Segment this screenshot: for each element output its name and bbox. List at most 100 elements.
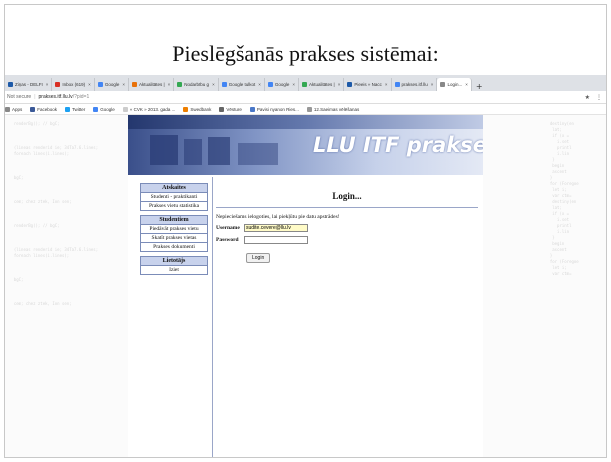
bookmark-label: Apps bbox=[12, 106, 23, 112]
browser-tab[interactable]: Pieeis » Nacc × bbox=[344, 78, 392, 91]
bookmark-favicon-icon bbox=[5, 106, 10, 112]
password-row: Password bbox=[216, 236, 478, 244]
username-input[interactable] bbox=[244, 224, 308, 232]
browser-tab[interactable]: Login... × bbox=[437, 78, 472, 91]
sidebar-link[interactable]: Iziet bbox=[140, 266, 208, 275]
browser-tab[interactable]: Inbox (619) × bbox=[52, 78, 95, 91]
banner-building-block bbox=[238, 143, 278, 165]
sidebar: Atskaites Studenti - praktikanti Prakses v… bbox=[140, 183, 208, 279]
title-divider bbox=[216, 207, 478, 208]
new-tab-button[interactable]: + bbox=[472, 82, 487, 91]
sidebar-section: Atskaites Studenti - praktikanti Prakses v… bbox=[140, 183, 208, 211]
tab-close-icon[interactable]: × bbox=[431, 82, 434, 87]
tab-label: Aktualitātes | bbox=[138, 82, 165, 87]
tab-label: Inbox (619) bbox=[62, 82, 86, 87]
tab-label: Pieeis » Nacc bbox=[354, 82, 382, 87]
bookmark-item[interactable]: Google bbox=[93, 106, 115, 112]
browser-tab[interactable]: Ziņas - DELFI × bbox=[5, 78, 53, 91]
tab-close-icon[interactable]: × bbox=[385, 82, 388, 87]
bookmark-label: Facebook bbox=[37, 106, 58, 112]
tab-close-icon[interactable]: × bbox=[212, 82, 215, 87]
star-icon[interactable]: ★ bbox=[585, 94, 590, 101]
browser-tab[interactable]: Google × bbox=[265, 78, 300, 91]
password-label: Password bbox=[216, 237, 239, 243]
sidebar-heading: Atskaites bbox=[140, 184, 208, 193]
tab-favicon-icon bbox=[97, 82, 103, 87]
tab-label: Google bbox=[274, 82, 290, 87]
tab-close-icon[interactable]: × bbox=[168, 82, 171, 87]
tab-close-icon[interactable]: × bbox=[292, 82, 295, 87]
tab-label: Nodarbību g bbox=[184, 82, 210, 87]
bookmark-item[interactable]: Pavisi nyanon Ries... bbox=[249, 106, 299, 112]
bookmark-label: Google bbox=[100, 106, 115, 112]
browser-screenshot: Ziņas - DELFI × Inbox (619) × Google × Aktuali… bbox=[5, 75, 606, 457]
tab-close-icon[interactable]: × bbox=[46, 82, 49, 87]
sidebar-link[interactable]: Prakses dokumenti bbox=[140, 243, 208, 252]
bookmark-item[interactable]: Apps bbox=[5, 106, 23, 112]
address-bar[interactable]: Not secure | prakses.itf.llu.lv /?pid=1 … bbox=[5, 91, 606, 104]
bookmark-label: « CVK » 2013. gada ... bbox=[129, 106, 176, 112]
tab-close-icon[interactable]: × bbox=[122, 82, 125, 87]
sidebar-heading: Studentiem bbox=[140, 216, 208, 225]
sidebar-link[interactable]: Prakses vietu statistika bbox=[140, 202, 208, 211]
bookmark-favicon-icon bbox=[122, 106, 128, 112]
bookmark-favicon-icon bbox=[93, 106, 99, 112]
bookmark-item[interactable]: Vēsture bbox=[219, 106, 242, 112]
tab-close-icon[interactable]: × bbox=[338, 82, 341, 87]
tab-favicon-icon bbox=[440, 82, 446, 87]
bookmark-item[interactable]: Facebook bbox=[30, 106, 58, 112]
site-banner: LLU ITF prakses bbox=[128, 115, 483, 175]
tab-label: Ziņas - DELFI bbox=[15, 82, 43, 87]
password-input[interactable] bbox=[244, 236, 308, 244]
tab-favicon-icon bbox=[131, 82, 137, 87]
menu-icon[interactable]: ⋮ bbox=[596, 94, 602, 101]
page-title: Login... bbox=[332, 191, 362, 201]
banner-building-block bbox=[184, 139, 202, 165]
bookmarks-bar: Apps Facebook Twitter Google « CVK » 2013. g… bbox=[5, 104, 606, 115]
bookmark-item[interactable]: Twitter bbox=[65, 106, 85, 112]
tab-close-icon[interactable]: × bbox=[465, 82, 468, 87]
bookmark-favicon-icon bbox=[249, 106, 255, 112]
tab-favicon-icon bbox=[394, 82, 400, 87]
sidebar-link[interactable]: Studenti - praktikanti bbox=[140, 193, 208, 202]
tab-label: Google bbox=[104, 82, 120, 87]
login-button[interactable]: Login bbox=[246, 253, 271, 263]
slide: Pieslēgšanās prakses sistēmai: Ziņas - D… bbox=[4, 4, 607, 458]
url-host[interactable]: prakses.itf.llu.lv bbox=[39, 94, 73, 100]
tab-strip: Ziņas - DELFI × Inbox (619) × Google × Aktuali… bbox=[5, 75, 606, 91]
tab-favicon-icon bbox=[221, 82, 227, 87]
browser-tab[interactable]: Google × bbox=[95, 78, 129, 91]
banner-building-block bbox=[208, 137, 230, 165]
background-code-left: renderBg(); // bgC; (lineas renderid ie;… bbox=[13, 121, 99, 306]
bookmark-item[interactable]: Swedbank bbox=[183, 106, 212, 112]
sidebar-section: Lietotājs Iziet bbox=[140, 256, 208, 275]
browser-tab[interactable]: Aktualitātes | × bbox=[299, 78, 345, 91]
browser-tab[interactable]: Aktualitātes | × bbox=[129, 78, 175, 91]
tab-label: Google tulkot bbox=[228, 82, 256, 87]
banner-title: LLU ITF prakses bbox=[313, 133, 483, 157]
bookmark-label: Swedbank bbox=[190, 106, 212, 112]
tab-close-icon[interactable]: × bbox=[258, 82, 261, 87]
bookmark-item[interactable]: « CVK » 2013. gada ... bbox=[122, 106, 176, 112]
browser-tab[interactable]: Nodarbību g × bbox=[174, 78, 219, 91]
url-path[interactable]: /?pid=1 bbox=[73, 94, 90, 100]
bookmark-favicon-icon bbox=[306, 106, 312, 112]
browser-tab[interactable]: Google tulkot × bbox=[219, 78, 265, 91]
not-secure-label[interactable]: Not secure bbox=[7, 94, 31, 100]
sidebar-link[interactable]: Piedāvāt prakses vietu bbox=[140, 225, 208, 234]
address-separator: | bbox=[34, 94, 36, 100]
bookmark-favicon-icon bbox=[30, 106, 36, 112]
bookmark-label: Vēsture bbox=[226, 106, 242, 112]
slide-title: Pieslēgšanās prakses sistēmai: bbox=[172, 41, 439, 66]
tab-label: Aktualitātes | bbox=[309, 82, 335, 87]
tab-favicon-icon bbox=[55, 82, 61, 87]
sidebar-heading: Lietotājs bbox=[140, 257, 208, 266]
browser-tab[interactable]: prakses.itf.llu × bbox=[392, 78, 438, 91]
tab-close-icon[interactable]: × bbox=[88, 82, 91, 87]
username-label: Username bbox=[216, 225, 240, 231]
banner-building-block bbox=[150, 135, 178, 165]
sidebar-link[interactable]: Skatīt prakses vietas bbox=[140, 234, 208, 243]
bookmark-item[interactable]: 12.Saeimas vēlēšanas bbox=[306, 106, 359, 112]
login-message: Nepieciešams ielogoties, lai piekļūtu pi… bbox=[216, 214, 340, 220]
tab-favicon-icon bbox=[267, 82, 273, 87]
